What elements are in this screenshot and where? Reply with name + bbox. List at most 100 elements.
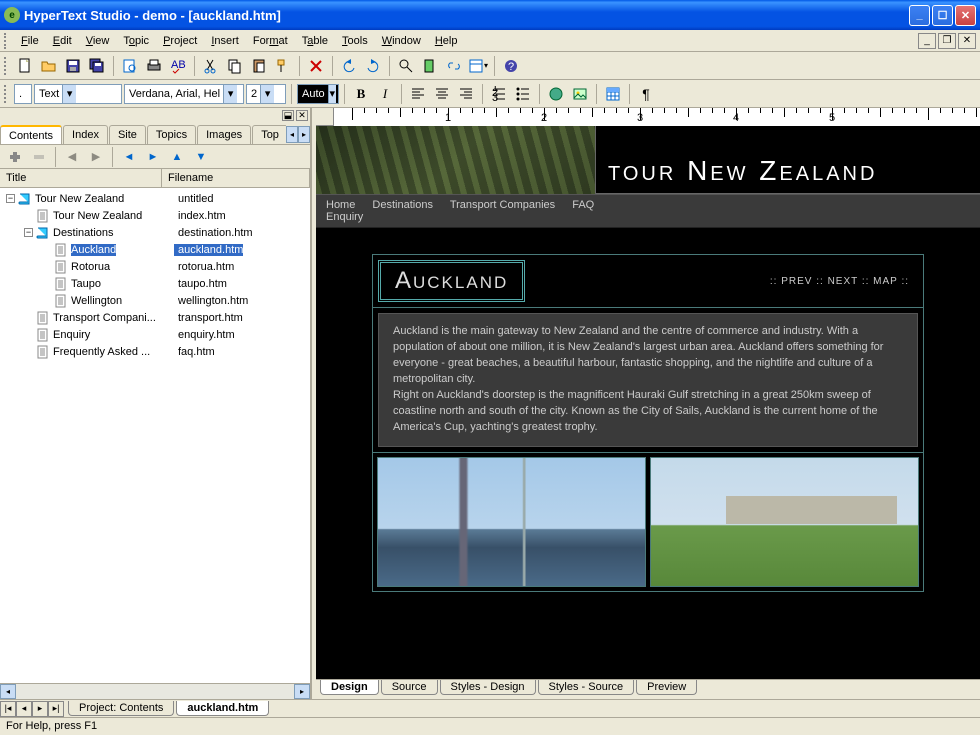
- tree-row[interactable]: Enquiryenquiry.htm: [0, 326, 310, 343]
- tree-row[interactable]: Wellingtonwellington.htm: [0, 292, 310, 309]
- collapse-all-button[interactable]: [28, 146, 50, 168]
- tree-row[interactable]: Frequently Asked ...faq.htm: [0, 343, 310, 360]
- move-right-button[interactable]: ►: [142, 146, 164, 168]
- window-minimize-button[interactable]: _: [909, 5, 930, 26]
- mdi-close-button[interactable]: ✕: [958, 33, 976, 49]
- panel-pin-button[interactable]: ⬓: [282, 110, 294, 121]
- window-maximize-button[interactable]: ☐: [932, 5, 953, 26]
- tree-row[interactable]: Taupotaupo.htm: [0, 275, 310, 292]
- cut-button[interactable]: [200, 55, 222, 77]
- help-button[interactable]: ?: [500, 55, 522, 77]
- tabs-scroll-right[interactable]: ▸: [298, 126, 310, 143]
- undo-button[interactable]: [338, 55, 360, 77]
- doc-tab-next[interactable]: ▸: [32, 701, 48, 717]
- align-center-button[interactable]: [431, 83, 453, 105]
- delete-button[interactable]: [305, 55, 327, 77]
- tree-row[interactable]: Aucklandauckland.htm: [0, 241, 310, 258]
- align-right-button[interactable]: [455, 83, 477, 105]
- tree-row[interactable]: Rotoruarotorua.htm: [0, 258, 310, 275]
- nav-destinations[interactable]: Destinations: [372, 199, 433, 211]
- menu-topic[interactable]: Topic: [116, 33, 156, 49]
- tab-topics[interactable]: Topics: [147, 125, 196, 144]
- tab-styles-design[interactable]: Styles - Design: [440, 680, 536, 695]
- content-image-skyline[interactable]: [377, 457, 646, 587]
- doc-tab-project[interactable]: Project: Contents: [68, 701, 174, 716]
- nav-faq[interactable]: FAQ: [572, 199, 594, 211]
- print-preview-button[interactable]: [119, 55, 141, 77]
- toolbar-grip[interactable]: [4, 85, 10, 103]
- bold-button[interactable]: B: [350, 83, 372, 105]
- spell-error[interactable]: Hauraki: [627, 389, 665, 401]
- show-paragraph-button[interactable]: ¶: [635, 83, 657, 105]
- mdi-minimize-button[interactable]: _: [918, 33, 936, 49]
- tab-images[interactable]: Images: [197, 125, 251, 144]
- window-close-button[interactable]: ✕: [955, 5, 976, 26]
- expander-icon[interactable]: −: [24, 228, 33, 237]
- insert-table-button[interactable]: [602, 83, 624, 105]
- menu-file[interactable]: File: [14, 33, 46, 49]
- expander-icon[interactable]: −: [6, 194, 15, 203]
- menu-table[interactable]: Table: [295, 33, 335, 49]
- tree-row[interactable]: −Tour New Zealanduntitled: [0, 190, 310, 207]
- toolbar-grip[interactable]: [4, 33, 10, 49]
- nav-back-button[interactable]: ◀: [61, 146, 83, 168]
- menu-edit[interactable]: Edit: [46, 33, 79, 49]
- menu-window[interactable]: Window: [375, 33, 428, 49]
- style-combo[interactable]: Text▾: [34, 84, 122, 104]
- design-canvas[interactable]: tour New Zealand Home Destinations Trans…: [316, 126, 980, 679]
- font-size-combo[interactable]: 2▾: [246, 84, 286, 104]
- web-link-button[interactable]: [545, 83, 567, 105]
- insert-image-button[interactable]: [569, 83, 591, 105]
- doc-tab-first[interactable]: |◂: [0, 701, 16, 717]
- menu-format[interactable]: Format: [246, 33, 295, 49]
- format-painter-button[interactable]: [272, 55, 294, 77]
- doc-tab-prev[interactable]: ◂: [16, 701, 32, 717]
- nav-transport[interactable]: Transport Companies: [450, 199, 555, 211]
- spell-error[interactable]: centre: [661, 325, 692, 337]
- numbered-list-button[interactable]: 123: [488, 83, 510, 105]
- style-prefix-combo[interactable]: .: [14, 84, 32, 104]
- tab-design[interactable]: Design: [320, 680, 379, 695]
- tab-styles-source[interactable]: Styles - Source: [538, 680, 635, 695]
- hyperlink-button[interactable]: [443, 55, 465, 77]
- tree-row[interactable]: Transport Compani...transport.htm: [0, 309, 310, 326]
- color-combo[interactable]: Auto▾: [297, 84, 339, 104]
- left-hscrollbar[interactable]: ◂▸: [0, 683, 310, 699]
- content-image-museum[interactable]: [650, 457, 919, 587]
- menu-help[interactable]: Help: [428, 33, 465, 49]
- menu-project[interactable]: Project: [156, 33, 204, 49]
- tab-preview[interactable]: Preview: [636, 680, 697, 695]
- tab-contents[interactable]: Contents: [0, 125, 62, 144]
- doc-tab-file[interactable]: auckland.htm: [176, 701, 269, 716]
- align-left-button[interactable]: [407, 83, 429, 105]
- save-button[interactable]: [62, 55, 84, 77]
- menu-insert[interactable]: Insert: [204, 33, 246, 49]
- new-button[interactable]: [14, 55, 36, 77]
- print-button[interactable]: [143, 55, 165, 77]
- nav-home[interactable]: Home: [326, 199, 355, 211]
- bookmark-button[interactable]: [419, 55, 441, 77]
- tree-row[interactable]: −Destinationsdestination.htm: [0, 224, 310, 241]
- find-button[interactable]: [395, 55, 417, 77]
- mdi-restore-button[interactable]: ❐: [938, 33, 956, 49]
- tab-index[interactable]: Index: [63, 125, 108, 144]
- tab-source[interactable]: Source: [381, 680, 438, 695]
- tree-col-filename[interactable]: Filename: [162, 169, 310, 187]
- menu-tools[interactable]: Tools: [335, 33, 375, 49]
- move-down-button[interactable]: ▼: [190, 146, 212, 168]
- spellcheck-button[interactable]: ABC: [167, 55, 189, 77]
- save-all-button[interactable]: [86, 55, 108, 77]
- open-button[interactable]: [38, 55, 60, 77]
- page-body-text[interactable]: Auckland is the main gateway to New Zeal…: [378, 313, 918, 447]
- bullet-list-button[interactable]: [512, 83, 534, 105]
- nav-forward-button[interactable]: ▶: [85, 146, 107, 168]
- copy-button[interactable]: [224, 55, 246, 77]
- tree-col-title[interactable]: Title: [0, 169, 162, 187]
- move-up-button[interactable]: ▲: [166, 146, 188, 168]
- project-tree[interactable]: −Tour New ZealanduntitledTour New Zealan…: [0, 188, 310, 683]
- expand-all-button[interactable]: [4, 146, 26, 168]
- tab-site[interactable]: Site: [109, 125, 146, 144]
- font-combo[interactable]: Verdana, Arial, Hel▾: [124, 84, 244, 104]
- move-left-button[interactable]: ◄: [118, 146, 140, 168]
- italic-button[interactable]: I: [374, 83, 396, 105]
